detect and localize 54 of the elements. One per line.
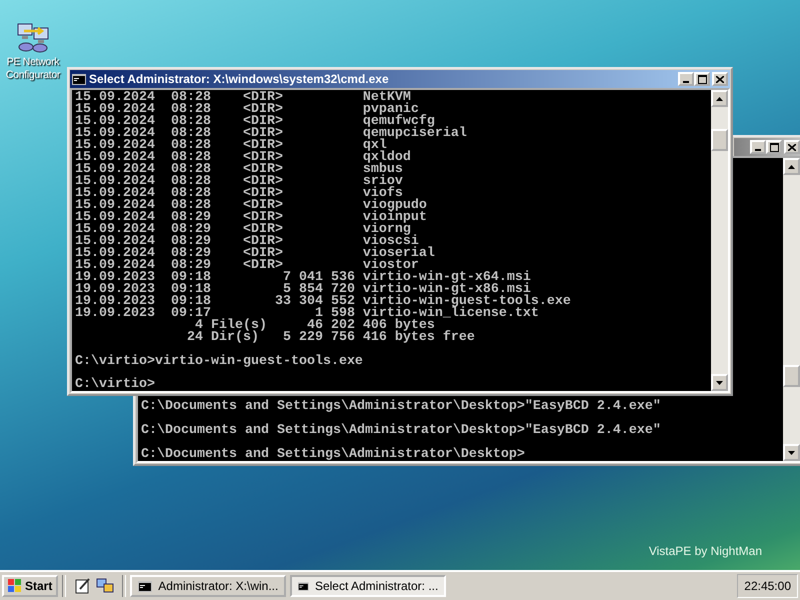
scrollbar-thumb[interactable] — [711, 129, 728, 151]
close-button[interactable] — [784, 140, 800, 154]
scroll-up-button[interactable] — [783, 158, 800, 175]
scroll-down-button[interactable] — [711, 374, 728, 391]
notepad-icon[interactable] — [74, 577, 92, 595]
down-arrow-icon — [788, 450, 795, 454]
console-line: 24 Dir(s) 5 229 756 416 bytes free — [186, 332, 476, 344]
minimize-button[interactable] — [750, 140, 766, 154]
close-icon — [788, 144, 796, 150]
maximize-icon — [698, 74, 706, 84]
taskbar-button[interactable]: Administrator: X:\win... — [130, 575, 286, 597]
scrollbar-thumb[interactable] — [783, 365, 800, 387]
console-line: C:\virtio> — [75, 379, 156, 391]
vertical-scrollbar[interactable] — [783, 158, 800, 461]
wallpaper-text: VistaPE by NightMan — [648, 544, 762, 558]
vertical-scrollbar[interactable] — [711, 90, 728, 391]
console-line: 15.09.2024 08:28 <DIR> qemupciserial — [75, 128, 468, 140]
console-icon — [138, 580, 152, 592]
console-line: 15.09.2024 08:28 <DIR> qxldod — [75, 152, 412, 164]
windows-flag-icon — [8, 579, 22, 593]
maximize-icon — [770, 142, 778, 152]
up-arrow-icon — [716, 96, 723, 100]
up-arrow-icon — [788, 164, 795, 168]
console-line: 15.09.2024 08:28 <DIR> viogpudo — [75, 200, 428, 212]
console-line: C:\Documents and Settings\Administrator\Desktop> — [141, 449, 526, 461]
console-icon — [298, 580, 309, 592]
minimize-button[interactable] — [678, 72, 694, 86]
title-bar[interactable] — [734, 138, 800, 156]
down-arrow-icon — [716, 380, 723, 384]
console-line: 4 File(s) 46 202 406 bytes — [194, 320, 436, 332]
console-line: C:\Documents and Settings\Administrator\Desktop>"EasyBCD 2.4.exe" — [141, 401, 662, 413]
scroll-down-button[interactable] — [783, 444, 800, 461]
console-line: 19.09.2023 09:18 5 854 720 virtio-win-gt-x86.msi — [75, 284, 531, 296]
console-line: 19.09.2023 09:18 7 041 536 virtio-win-gt-x64.msi — [75, 272, 532, 284]
console-line: C:\Documents and Settings\Administrator\Desktop>"EasyBCD 2.4.exe" — [141, 425, 662, 437]
network-computers-icon[interactable] — [96, 577, 114, 595]
console-line: 15.09.2024 08:29 <DIR> viorng — [75, 224, 411, 236]
scroll-up-button[interactable] — [711, 90, 728, 107]
window-title: Select Administrator: X:\windows\system32\cmd.exe — [89, 72, 390, 86]
title-bar[interactable]: Select Administrator: X:\windows\system32\cmd.exe — [70, 70, 730, 88]
console-line: 15.09.2024 08:28 <DIR> pvpanic — [75, 104, 419, 116]
start-button[interactable]: Start — [2, 575, 58, 597]
console-icon — [72, 74, 86, 84]
console-line: 15.09.2024 08:28 <DIR> qemufwcfg — [75, 116, 435, 128]
console-line: 15.09.2024 08:28 <DIR> qxl — [75, 140, 387, 152]
console-line: 19.09.2023 09:18 33 304 552 virtio-win-guest-tools.exe — [75, 296, 572, 308]
clock: 22:45:00 — [737, 574, 798, 598]
console-line: 15.09.2024 08:29 <DIR> vioinput — [75, 212, 428, 224]
maximize-button[interactable] — [694, 72, 710, 86]
close-icon — [716, 76, 724, 82]
taskbar-button[interactable]: Select Administrator: ... — [290, 575, 446, 597]
console-line: C:\virtio>virtio-win-guest-tools.exe — [75, 356, 364, 368]
maximize-button[interactable] — [766, 140, 782, 154]
close-button[interactable] — [712, 72, 728, 86]
